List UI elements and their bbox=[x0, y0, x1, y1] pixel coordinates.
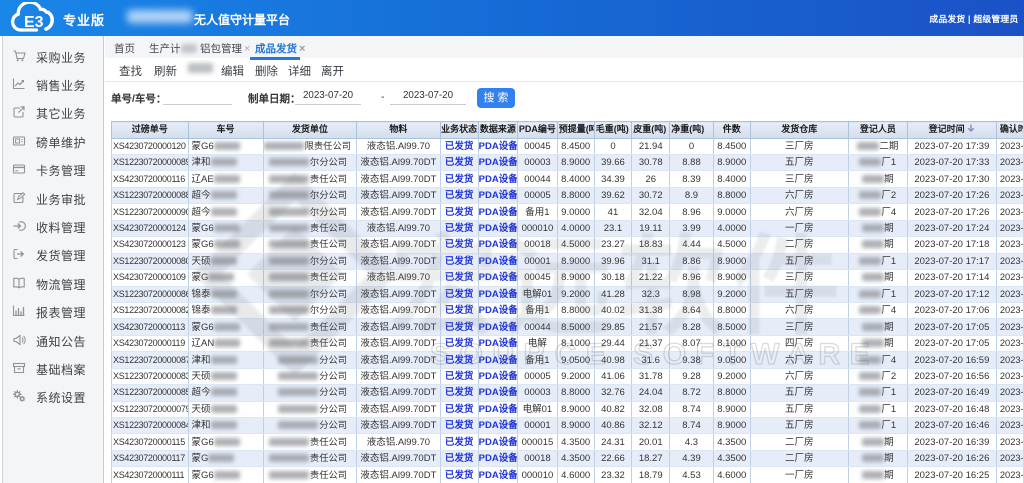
svg-text:E3: E3 bbox=[24, 14, 44, 31]
